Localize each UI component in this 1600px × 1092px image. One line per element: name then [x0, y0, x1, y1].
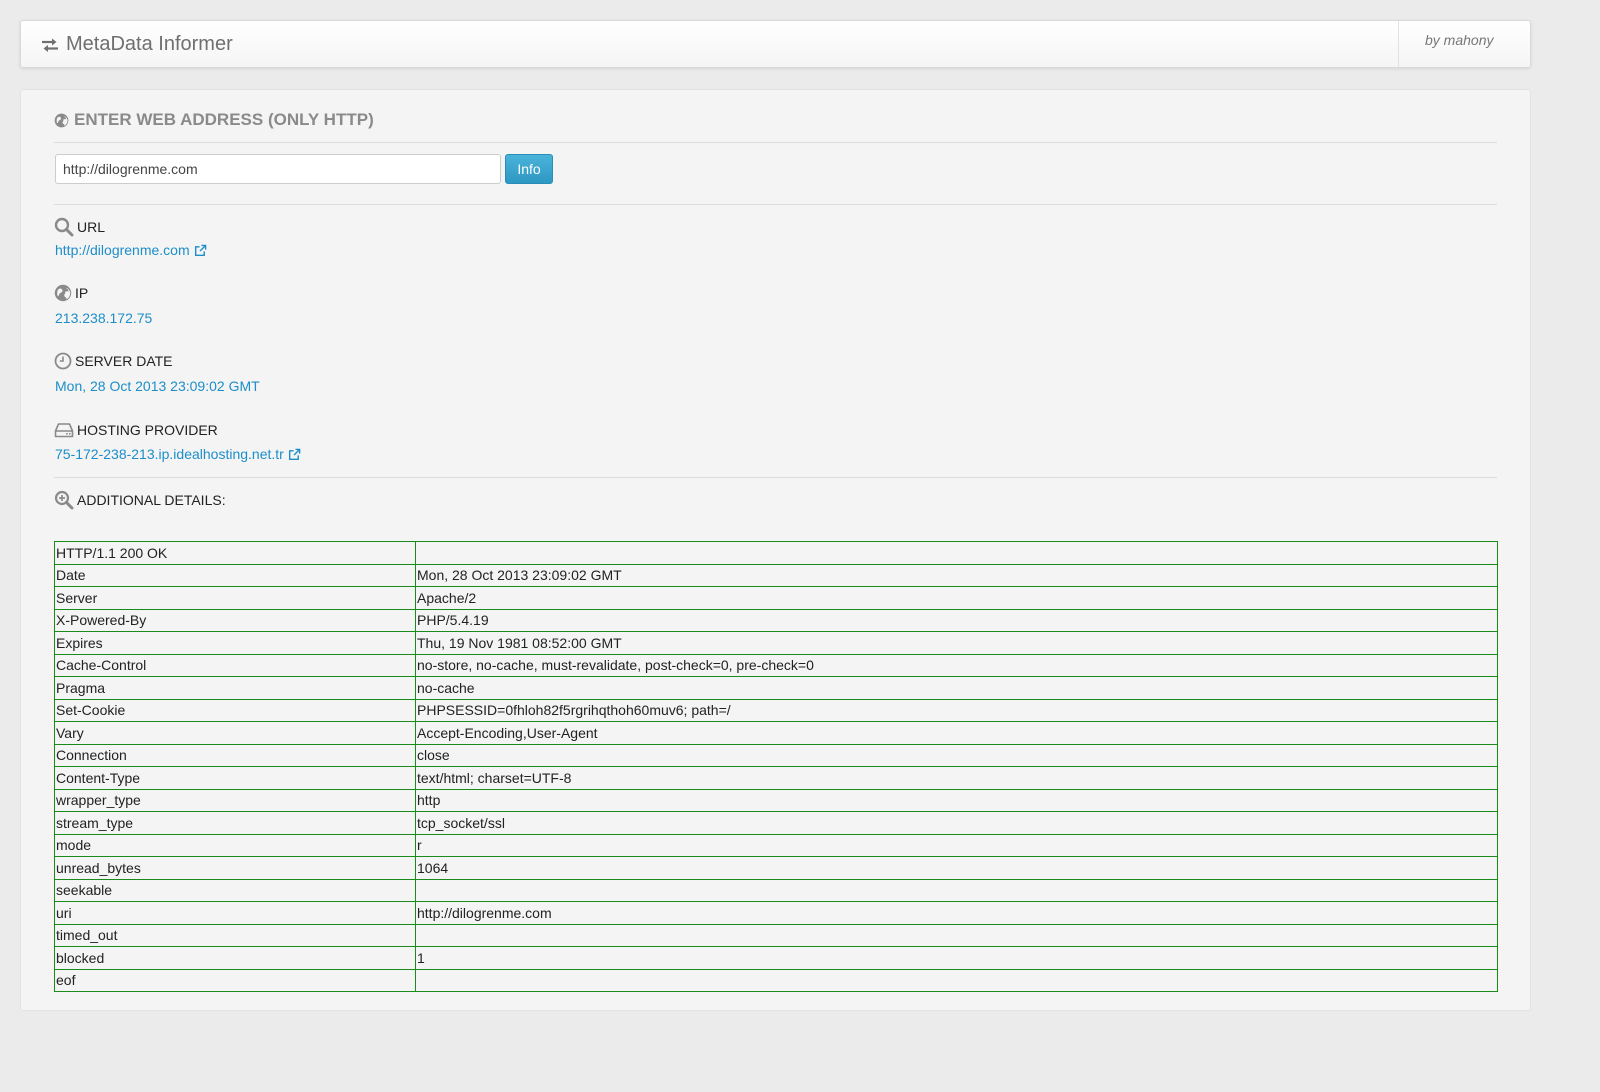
table-row: Vary Accept-Encoding,User-Agent [54, 721, 1498, 745]
details-label: ADDITIONAL DETAILS: [54, 490, 226, 510]
header-name-cell: Pragma [54, 676, 416, 700]
header-value-cell: 1064 [415, 856, 1498, 880]
header-name-cell: mode [54, 833, 416, 857]
divider [54, 204, 1497, 205]
header-name-cell: Vary [54, 721, 416, 745]
author-byline: by mahony [1425, 32, 1494, 48]
url-link[interactable]: http://dilogrenme.com [55, 242, 207, 258]
header-name-cell: seekable [54, 878, 416, 902]
details-table: HTTP/1.1 200 OK Date Mon, 28 Oct 2013 23:0… [54, 541, 1498, 992]
header-value-cell: Apache/2 [415, 586, 1498, 610]
info-button[interactable]: Info [505, 154, 553, 184]
zoom-in-icon [54, 490, 74, 510]
table-row: Cache-Control no-store, no-cache, must-re… [54, 653, 1498, 677]
main-panel: ENTER WEB ADDRESS (ONLY HTTP) Info URL h… [20, 89, 1531, 1011]
table-row: blocked 1 [54, 946, 1498, 970]
header-name-cell: wrapper_type [54, 788, 416, 812]
header-value-cell: tcp_socket/ssl [415, 811, 1498, 835]
exchange-arrows-icon [42, 38, 58, 52]
header-name-cell: Expires [54, 631, 416, 655]
table-row: Expires Thu, 19 Nov 1981 08:52:00 GMT [54, 631, 1498, 655]
app-title: MetaData Informer [66, 33, 233, 55]
table-row: Server Apache/2 [54, 586, 1498, 610]
table-row: uri http://dilogrenme.com [54, 901, 1498, 925]
table-row: seekable [54, 878, 1498, 902]
globe-icon [54, 284, 72, 302]
top-navbar: MetaData Informer by mahony [20, 20, 1531, 68]
header-name-cell: X-Powered-By [54, 608, 416, 632]
header-name-cell: Set-Cookie [54, 698, 416, 722]
form-title: ENTER WEB ADDRESS (ONLY HTTP) [74, 110, 374, 129]
globe-icon [54, 113, 69, 127]
divider [54, 142, 1497, 143]
header-name-cell: uri [54, 901, 416, 925]
header-value-cell: close [415, 743, 1498, 767]
clock-icon [54, 352, 72, 370]
header-name-cell: eof [54, 968, 416, 992]
table-row: Connection close [54, 743, 1498, 767]
header-value-cell: Mon, 28 Oct 2013 23:09:02 GMT [415, 563, 1498, 587]
header-name-cell: stream_type [54, 811, 416, 835]
hosting-provider-link[interactable]: 75-172-238-213.ip.idealhosting.net.tr [55, 446, 301, 462]
header-name-cell: HTTP/1.1 200 OK [54, 541, 416, 565]
brand[interactable]: MetaData Informer [40, 33, 233, 56]
table-row: stream_type tcp_socket/ssl [54, 811, 1498, 835]
header-value-cell: Accept-Encoding,User-Agent [415, 721, 1498, 745]
header-name-cell: Date [54, 563, 416, 587]
table-row: Content-Type text/html; charset=UTF-8 [54, 766, 1498, 790]
header-value-cell [415, 923, 1498, 947]
hosting-provider-label: HOSTING PROVIDER [54, 421, 218, 439]
url-input[interactable] [55, 154, 501, 184]
header-value-cell [415, 541, 1498, 565]
table-row: eof [54, 968, 1498, 992]
table-row: timed_out [54, 923, 1498, 947]
header-value-cell: Thu, 19 Nov 1981 08:52:00 GMT [415, 631, 1498, 655]
external-link-icon [194, 244, 206, 256]
server-date-value: Mon, 28 Oct 2013 23:09:02 GMT [55, 378, 260, 394]
header-name-cell: Server [54, 586, 416, 610]
header-name-cell: timed_out [54, 923, 416, 947]
header-value-cell [415, 878, 1498, 902]
header-value-cell: PHPSESSID=0fhloh82f5rgrihqthoh60muv6; pa… [415, 698, 1498, 722]
table-row: Set-Cookie PHPSESSID=0fhloh82f5rgrihqthoh… [54, 698, 1498, 722]
header-value-cell: no-store, no-cache, must-revalidate, pos… [415, 653, 1498, 677]
header-value-cell: http [415, 788, 1498, 812]
header-name-cell: Cache-Control [54, 653, 416, 677]
table-row: unread_bytes 1064 [54, 856, 1498, 880]
table-row: mode r [54, 833, 1498, 857]
external-link-icon [288, 448, 301, 460]
table-row: wrapper_type http [54, 788, 1498, 812]
table-row: Pragma no-cache [54, 676, 1498, 700]
header-value-cell: http://dilogrenme.com [415, 901, 1498, 925]
table-row: X-Powered-By PHP/5.4.19 [54, 608, 1498, 632]
ip-label: IP [54, 284, 88, 302]
ip-value: 213.238.172.75 [55, 310, 153, 326]
header-name-cell: unread_bytes [54, 856, 416, 880]
byline-container: by mahony [1398, 21, 1530, 67]
header-value-cell: 1 [415, 946, 1498, 970]
header-value-cell: r [415, 833, 1498, 857]
header-name-cell: Content-Type [54, 766, 416, 790]
header-value-cell: no-cache [415, 676, 1498, 700]
url-label: URL [54, 217, 105, 237]
hard-drive-icon [54, 423, 74, 438]
header-value-cell: text/html; charset=UTF-8 [415, 766, 1498, 790]
table-row: Date Mon, 28 Oct 2013 23:09:02 GMT [54, 563, 1498, 587]
search-icon [54, 217, 74, 237]
server-date-label: SERVER DATE [54, 352, 173, 370]
table-row: HTTP/1.1 200 OK [54, 541, 1498, 565]
header-name-cell: blocked [54, 946, 416, 970]
header-value-cell [415, 968, 1498, 992]
form-heading: ENTER WEB ADDRESS (ONLY HTTP) [54, 110, 374, 130]
divider [54, 477, 1497, 478]
header-value-cell: PHP/5.4.19 [415, 608, 1498, 632]
header-name-cell: Connection [54, 743, 416, 767]
